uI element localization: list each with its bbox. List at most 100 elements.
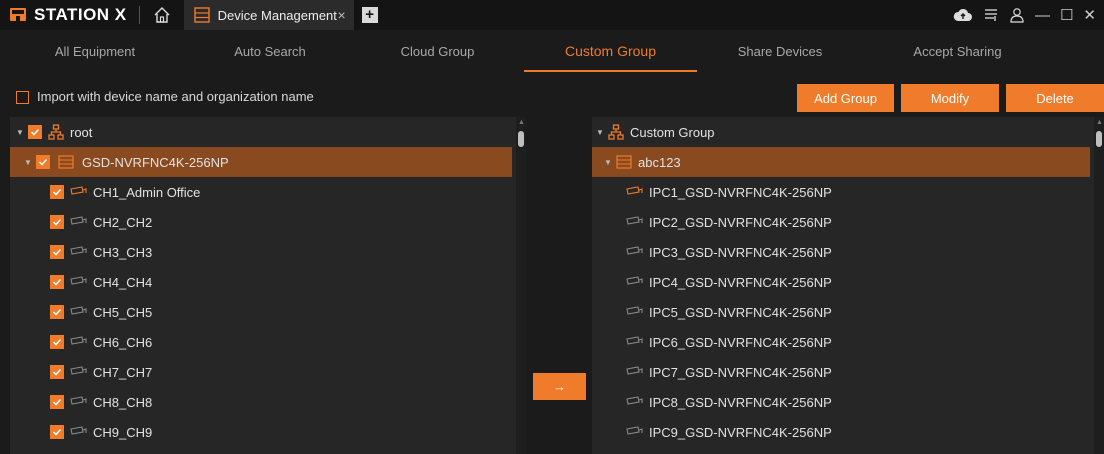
user-icon[interactable] <box>1009 7 1025 23</box>
channel-item[interactable]: CH1_Admin Office <box>10 177 526 207</box>
group-channel-item[interactable]: IPC1_GSD-NVRFNC4K-256NP <box>592 177 1104 207</box>
channel-checkbox[interactable] <box>50 365 64 379</box>
tab-auto-search[interactable]: Auto Search <box>190 30 350 72</box>
tree-node-custom-group[interactable]: ▼ Custom Group <box>592 117 1104 147</box>
scroll-up-icon[interactable]: ▲ <box>1096 119 1103 126</box>
modify-button[interactable]: Modify <box>901 84 999 112</box>
minimize-button[interactable]: — <box>1035 7 1050 24</box>
channel-label: CH7_CH7 <box>93 364 153 380</box>
group-channel-item[interactable]: IPC3_GSD-NVRFNC4K-256NP <box>592 237 1104 267</box>
camera-icon <box>626 336 643 348</box>
group-channel-item[interactable]: IPC4_GSD-NVRFNC4K-256NP <box>592 267 1104 297</box>
channel-item[interactable]: CH5_CH5 <box>10 297 526 327</box>
import-label: Import with device name and organization… <box>37 89 314 104</box>
scroll-up-icon[interactable]: ▲ <box>518 119 525 126</box>
camera-icon <box>70 306 87 318</box>
scrollbar[interactable]: ▲ <box>516 117 526 454</box>
tab-device-management[interactable]: Device Management × <box>183 0 354 30</box>
import-checkbox[interactable] <box>16 91 29 104</box>
camera-icon <box>626 426 643 438</box>
cloud-upload-icon[interactable] <box>953 7 973 23</box>
tree-node-group[interactable]: ▼ abc123 <box>592 147 1090 177</box>
channel-checkbox[interactable] <box>50 425 64 439</box>
channel-label: CH5_CH5 <box>93 304 153 320</box>
channel-label: CH8_CH8 <box>93 394 153 410</box>
device-checkbox[interactable] <box>36 155 50 169</box>
title-bar: STATION X Device Management × + — ☐ ✕ <box>0 0 1104 30</box>
device-tree-panel: ▼ root ▼ GSD-NVRFNC4K-256NP CH1_Admin Of… <box>10 117 526 454</box>
scrollbar[interactable]: ▲ <box>1094 117 1104 454</box>
org-tree-icon <box>608 124 624 140</box>
tab-custom-group[interactable]: Custom Group <box>524 30 697 72</box>
close-tab-icon[interactable]: × <box>337 7 345 23</box>
tree-node-device[interactable]: ▼ GSD-NVRFNC4K-256NP <box>10 147 512 177</box>
group-channel-item[interactable]: IPC7_GSD-NVRFNC4K-256NP <box>592 357 1104 387</box>
channel-label: CH2_CH2 <box>93 214 153 230</box>
expand-arrow-icon[interactable]: ▼ <box>16 128 26 137</box>
close-window-button[interactable]: ✕ <box>1083 6 1096 24</box>
camera-icon <box>626 366 643 378</box>
channel-label: CH6_CH6 <box>93 334 153 350</box>
title-separator <box>138 6 140 24</box>
channel-label: IPC3_GSD-NVRFNC4K-256NP <box>649 244 832 260</box>
camera-icon <box>626 276 643 288</box>
expand-arrow-icon[interactable]: ▼ <box>604 158 614 167</box>
nvr-device-icon <box>58 155 74 169</box>
menu-icon[interactable] <box>983 7 999 23</box>
channel-label: IPC4_GSD-NVRFNC4K-256NP <box>649 274 832 290</box>
scrollbar-thumb[interactable] <box>518 131 524 147</box>
camera-icon <box>626 186 643 198</box>
channel-checkbox[interactable] <box>50 395 64 409</box>
station-x-logo-icon <box>8 5 28 25</box>
channel-item[interactable]: CH8_CH8 <box>10 387 526 417</box>
group-channel-item[interactable]: IPC9_GSD-NVRFNC4K-256NP <box>592 417 1104 447</box>
group-channel-item[interactable]: IPC8_GSD-NVRFNC4K-256NP <box>592 387 1104 417</box>
group-channel-item[interactable]: IPC6_GSD-NVRFNC4K-256NP <box>592 327 1104 357</box>
tree-node-label: GSD-NVRFNC4K-256NP <box>82 154 229 170</box>
window-controls: — ☐ ✕ <box>953 0 1096 30</box>
channel-label: CH3_CH3 <box>93 244 153 260</box>
tree-node-label: abc123 <box>638 154 681 170</box>
toolbar: Import with device name and organization… <box>0 82 1104 112</box>
channel-item[interactable]: CH4_CH4 <box>10 267 526 297</box>
scrollbar-thumb[interactable] <box>1096 131 1102 147</box>
delete-button[interactable]: Delete <box>1006 84 1104 112</box>
channel-label: CH9_CH9 <box>93 424 153 440</box>
channel-checkbox[interactable] <box>50 185 64 199</box>
channel-item[interactable]: CH7_CH7 <box>10 357 526 387</box>
expand-arrow-icon[interactable]: ▼ <box>24 158 34 167</box>
root-checkbox[interactable] <box>28 125 42 139</box>
add-group-button[interactable]: Add Group <box>797 84 894 112</box>
brand-name: STATION X <box>34 5 127 24</box>
channel-checkbox[interactable] <box>50 305 64 319</box>
expand-arrow-icon[interactable]: ▼ <box>596 128 606 137</box>
camera-icon <box>70 336 87 348</box>
tree-node-root[interactable]: ▼ root <box>10 117 526 147</box>
move-to-group-button[interactable]: → <box>533 373 586 400</box>
channel-item[interactable]: CH6_CH6 <box>10 327 526 357</box>
channel-checkbox[interactable] <box>50 245 64 259</box>
camera-icon <box>70 366 87 378</box>
group-tabs: All Equipment Auto Search Cloud Group Cu… <box>0 30 1104 72</box>
app-logo: STATION X <box>0 0 127 30</box>
camera-icon <box>626 216 643 228</box>
channel-item[interactable]: CH9_CH9 <box>10 417 526 447</box>
home-icon[interactable] <box>152 5 172 25</box>
group-channel-item[interactable]: IPC2_GSD-NVRFNC4K-256NP <box>592 207 1104 237</box>
add-tab-button[interactable]: + <box>361 7 378 23</box>
channel-label: IPC6_GSD-NVRFNC4K-256NP <box>649 334 832 350</box>
camera-icon <box>70 186 87 198</box>
tab-accept-sharing[interactable]: Accept Sharing <box>870 30 1045 72</box>
channel-checkbox[interactable] <box>50 215 64 229</box>
channel-checkbox[interactable] <box>50 275 64 289</box>
channel-checkbox[interactable] <box>50 335 64 349</box>
tab-cloud-group[interactable]: Cloud Group <box>355 30 520 72</box>
group-channel-item[interactable]: IPC5_GSD-NVRFNC4K-256NP <box>592 297 1104 327</box>
channel-item[interactable]: CH3_CH3 <box>10 237 526 267</box>
maximize-button[interactable]: ☐ <box>1060 6 1073 24</box>
tab-all-equipment[interactable]: All Equipment <box>0 30 190 72</box>
tab-title: Device Management <box>217 7 337 23</box>
channel-item[interactable]: CH2_CH2 <box>10 207 526 237</box>
tab-share-devices[interactable]: Share Devices <box>700 30 860 72</box>
tree-node-label: root <box>70 124 93 140</box>
